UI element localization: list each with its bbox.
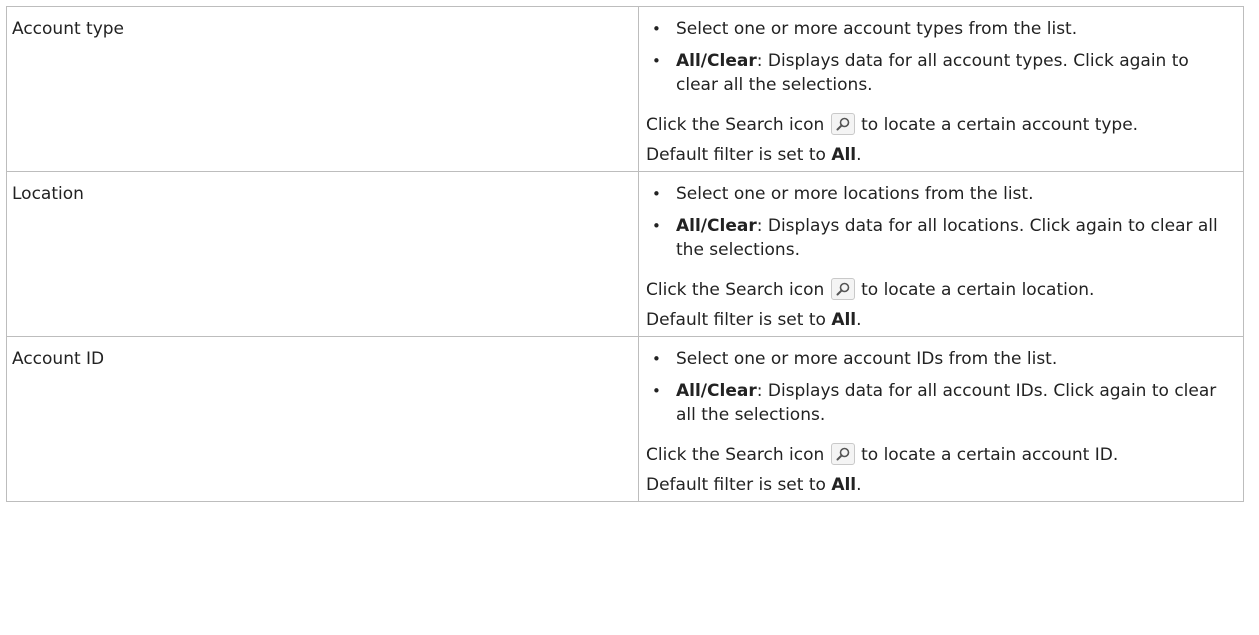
default-filter-note: Default filter is set to All. bbox=[646, 308, 1235, 332]
list-item: • Select one or more locations from the … bbox=[639, 182, 1243, 206]
search-instruction-prefix: Click the Search icon bbox=[646, 115, 825, 135]
table-row: Location • Select one or more locations … bbox=[6, 171, 1244, 337]
bullet: • bbox=[652, 185, 661, 203]
option-text: Select one or more account types from th… bbox=[676, 19, 1078, 39]
filter-description-cell: • Select one or more locations from the … bbox=[638, 171, 1244, 337]
search-instruction-suffix: to locate a certain location. bbox=[861, 280, 1095, 300]
search-instruction: Click the Search icon to locate a certai… bbox=[646, 113, 1235, 137]
default-prefix: Default filter is set to bbox=[646, 310, 826, 330]
list-item: • Select one or more account types from … bbox=[639, 17, 1243, 41]
option-list: • Select one or more account types from … bbox=[639, 17, 1243, 97]
option-strong: All/Clear bbox=[676, 216, 757, 236]
table-row: Account ID • Select one or more account … bbox=[6, 336, 1244, 502]
search-icon[interactable] bbox=[830, 443, 855, 465]
default-suffix: . bbox=[856, 310, 862, 330]
filter-description-cell: • Select one or more account IDs from th… bbox=[638, 336, 1244, 502]
default-value: All bbox=[831, 145, 857, 165]
filter-name: Location bbox=[12, 184, 84, 204]
filter-name-cell: Location bbox=[6, 171, 639, 337]
default-filter-note: Default filter is set to All. bbox=[646, 473, 1235, 497]
list-item: • All/Clear: Displays data for all locat… bbox=[639, 214, 1243, 262]
default-value: All bbox=[831, 310, 857, 330]
default-suffix: . bbox=[856, 475, 862, 495]
search-instruction-suffix: to locate a certain account type. bbox=[861, 115, 1139, 135]
option-strong: All/Clear bbox=[676, 51, 757, 71]
bullet: • bbox=[652, 382, 661, 400]
filter-table: Account type • Select one or more accoun… bbox=[6, 6, 1244, 502]
filter-name: Account type bbox=[12, 19, 125, 39]
search-instruction-prefix: Click the Search icon bbox=[646, 280, 825, 300]
table-row: Account type • Select one or more accoun… bbox=[6, 6, 1244, 172]
default-prefix: Default filter is set to bbox=[646, 145, 826, 165]
option-text: : Displays data for all locations. Click… bbox=[676, 216, 1218, 260]
option-strong: All/Clear bbox=[676, 381, 757, 401]
search-icon[interactable] bbox=[830, 278, 855, 300]
bullet: • bbox=[652, 20, 661, 38]
search-instruction-prefix: Click the Search icon bbox=[646, 445, 825, 465]
filter-name: Account ID bbox=[12, 349, 105, 369]
bullet: • bbox=[652, 350, 661, 368]
filter-name-cell: Account type bbox=[6, 6, 639, 172]
search-instruction: Click the Search icon to locate a certai… bbox=[646, 278, 1235, 302]
default-filter-note: Default filter is set to All. bbox=[646, 143, 1235, 167]
option-text: Select one or more locations from the li… bbox=[676, 184, 1034, 204]
search-instruction-suffix: to locate a certain account ID. bbox=[861, 445, 1119, 465]
list-item: • All/Clear: Displays data for all accou… bbox=[639, 49, 1243, 97]
default-prefix: Default filter is set to bbox=[646, 475, 826, 495]
filter-description-cell: • Select one or more account types from … bbox=[638, 6, 1244, 172]
option-text: Select one or more account IDs from the … bbox=[676, 349, 1058, 369]
bullet: • bbox=[652, 217, 661, 235]
search-instruction: Click the Search icon to locate a certai… bbox=[646, 443, 1235, 467]
search-icon[interactable] bbox=[830, 113, 855, 135]
option-list: • Select one or more locations from the … bbox=[639, 182, 1243, 262]
option-text: : Displays data for all account IDs. Cli… bbox=[676, 381, 1217, 425]
default-value: All bbox=[831, 475, 857, 495]
list-item: • All/Clear: Displays data for all accou… bbox=[639, 379, 1243, 427]
list-item: • Select one or more account IDs from th… bbox=[639, 347, 1243, 371]
option-list: • Select one or more account IDs from th… bbox=[639, 347, 1243, 427]
filter-name-cell: Account ID bbox=[6, 336, 639, 502]
bullet: • bbox=[652, 52, 661, 70]
default-suffix: . bbox=[856, 145, 862, 165]
